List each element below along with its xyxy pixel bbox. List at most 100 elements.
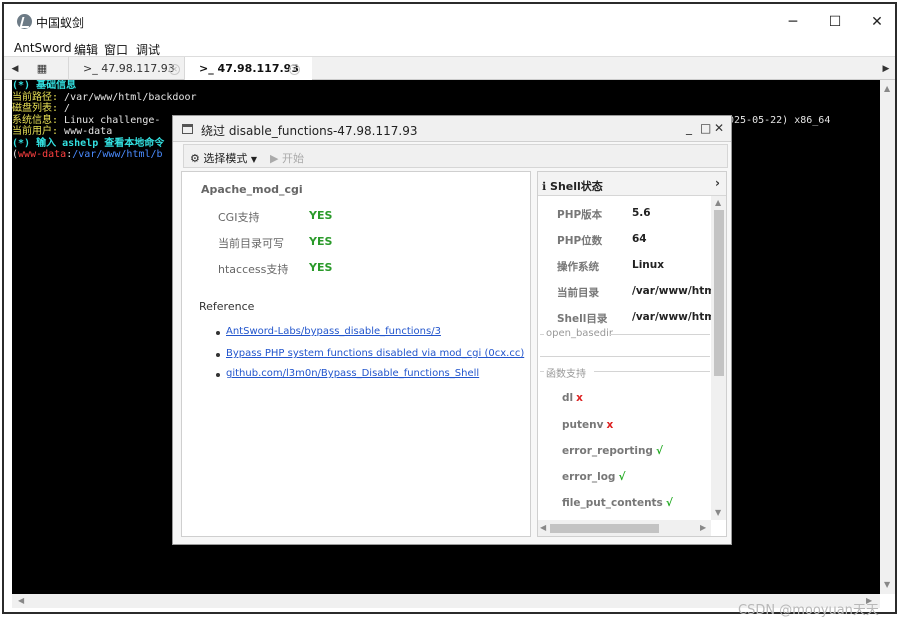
- antsword-logo-icon: [17, 14, 32, 29]
- term-sys-label: 系统信息:: [12, 114, 59, 126]
- scroll-up-icon[interactable]: ▲: [884, 84, 890, 93]
- divider: [540, 356, 710, 357]
- scroll-down-icon[interactable]: ▼: [715, 508, 721, 517]
- play-icon: ▶: [270, 152, 279, 165]
- shell-status-header[interactable]: ℹ Shell状态 ›: [538, 172, 726, 196]
- os-value: Linux: [632, 259, 665, 271]
- mode-select-button[interactable]: ⚙ 选择模式 ▼: [190, 150, 257, 166]
- divider: [540, 371, 544, 372]
- mode-info-panel: Apache_mod_cgi CGI支持 YES 当前目录可写 YES htac…: [181, 171, 531, 537]
- terminal-vertical-scrollbar[interactable]: ▲ ▼: [880, 80, 895, 594]
- php-bits-value: 64: [632, 233, 647, 245]
- cgi-support-value: YES: [309, 209, 333, 222]
- dir-writable-label: 当前目录可写: [218, 237, 284, 250]
- dialog-close-button[interactable]: ✕: [714, 121, 724, 135]
- window-title: 中国蚁剑: [36, 16, 85, 30]
- tab-close-icon[interactable]: ✕: [169, 64, 180, 75]
- tab-scroll-left-icon[interactable]: ◀: [8, 57, 22, 81]
- tab-label: >_ 47.98.117.93: [83, 62, 175, 75]
- current-dir-value: /var/www/html/backdoor: [632, 285, 712, 297]
- term-prompt-user: www-data: [18, 149, 67, 160]
- divider: [540, 334, 544, 335]
- term-path-label: 当前路径:: [12, 91, 59, 103]
- mode-heading: Apache_mod_cgi: [201, 183, 303, 196]
- scroll-thumb[interactable]: [714, 210, 724, 376]
- chevron-right-icon[interactable]: ›: [715, 176, 720, 190]
- supported-check-icon: √: [655, 445, 663, 457]
- title-bar: 中国蚁剑 ─ ☐ ✕: [4, 4, 895, 38]
- term-user-value: www-data: [58, 126, 113, 137]
- term-path-value: /var/www/html/backdoor: [58, 91, 197, 103]
- term-disk-value: /: [58, 103, 71, 114]
- term-user-label: 当前用户:: [12, 126, 59, 137]
- dialog-minimize-button[interactable]: _: [686, 121, 692, 135]
- php-version-label: PHP版本: [557, 209, 603, 221]
- reference-link-github[interactable]: github.com/l3m0n/Bypass_Disable_function…: [226, 368, 479, 379]
- scroll-down-icon[interactable]: ▼: [884, 580, 890, 589]
- function-name: error_log: [562, 471, 616, 483]
- start-label: 开始: [281, 152, 304, 165]
- term-basic-info: (*) 基础信息: [12, 80, 77, 91]
- supported-check-icon: √: [618, 471, 626, 483]
- bullet-icon: [216, 373, 220, 377]
- tab-scroll-right-icon[interactable]: ▶: [879, 57, 893, 81]
- shell-dir-label: Shell目录: [557, 313, 608, 325]
- shell-status-title: Shell状态: [550, 180, 603, 193]
- function-name: error_reporting: [562, 445, 653, 457]
- info-icon: ℹ: [542, 180, 551, 193]
- unsupported-icon: x: [576, 392, 583, 404]
- cgi-support-label: CGI支持: [218, 211, 260, 224]
- menu-antsword[interactable]: AntSword: [14, 41, 72, 55]
- scroll-up-icon[interactable]: ▲: [715, 198, 721, 207]
- scroll-left-icon[interactable]: ◀: [18, 596, 24, 605]
- dialog-toolbar: ⚙ 选择模式 ▼ ▶ 开始: [183, 144, 728, 168]
- shell-dir-value: /var/www/html/backdoor: [632, 311, 712, 323]
- tab-bar: ◀ ▦ >_ 47.98.117.93 ✕ >_ 47.98.117.93 ✕ …: [4, 56, 895, 81]
- reference-link-mod-cgi[interactable]: Bypass PHP system functions disabled via…: [226, 348, 524, 359]
- function-item: error_log √: [562, 471, 625, 483]
- watermark: CSDN @mooyuan天天: [738, 603, 879, 618]
- tab-terminal-1[interactable]: >_ 47.98.117.93 ✕: [68, 57, 184, 81]
- start-button[interactable]: ▶ 开始: [270, 150, 304, 166]
- chevron-down-icon: ▼: [250, 155, 258, 164]
- term-prompt-path: /var/www/html/b: [72, 149, 163, 160]
- close-button[interactable]: ✕: [866, 12, 888, 32]
- htaccess-support-value: YES: [309, 261, 333, 274]
- dialog-title-bar[interactable]: 绕过 disable_functions-47.98.117.93 _ □ ✕: [173, 116, 731, 142]
- scroll-right-icon[interactable]: ▶: [700, 523, 706, 532]
- supported-check-icon: √: [665, 497, 673, 509]
- dir-writable-value: YES: [309, 235, 333, 248]
- function-item: putenv x: [562, 419, 613, 431]
- function-name: file_put_contents: [562, 497, 663, 509]
- bullet-icon: [216, 331, 220, 335]
- function-item: error_reporting √: [562, 445, 663, 457]
- function-item: dl x: [562, 392, 583, 404]
- tab-close-icon[interactable]: ✕: [289, 64, 300, 75]
- tab-terminal-2[interactable]: >_ 47.98.117.93 ✕: [184, 57, 312, 81]
- reference-title: Reference: [199, 300, 255, 313]
- term-disk-label: 磁盘列表:: [12, 103, 59, 114]
- os-label: 操作系统: [557, 261, 599, 273]
- function-name: putenv: [562, 419, 604, 431]
- htaccess-support-label: htaccess支持: [218, 263, 289, 276]
- gear-icon: ⚙: [190, 152, 200, 165]
- grid-icon[interactable]: ▦: [30, 61, 54, 77]
- scroll-thumb[interactable]: [550, 524, 659, 533]
- function-support-label: 函数支持: [546, 369, 586, 380]
- function-name: dl: [562, 392, 574, 404]
- dialog-maximize-button[interactable]: □: [700, 121, 711, 135]
- mode-select-label: 选择模式: [203, 152, 248, 165]
- tab-label: >_ 47.98.117.93: [199, 62, 299, 75]
- bypass-dialog: 绕过 disable_functions-47.98.117.93 _ □ ✕ …: [172, 115, 732, 545]
- current-dir-label: 当前目录: [557, 287, 599, 299]
- unsupported-icon: x: [606, 419, 614, 431]
- scroll-left-icon[interactable]: ◀: [540, 523, 546, 532]
- maximize-button[interactable]: ☐: [824, 12, 846, 32]
- window-icon: [182, 124, 193, 134]
- open-basedir-label: open_basedir: [546, 328, 614, 339]
- reference-link-antsword-labs[interactable]: AntSword-Labs/bypass_disable_functions/3: [226, 326, 441, 337]
- divider: [610, 334, 710, 335]
- dialog-title: 绕过 disable_functions-47.98.117.93: [201, 124, 418, 138]
- minimize-button[interactable]: ─: [782, 12, 804, 32]
- term-sys-tail: 025-05-22) x86_64: [728, 114, 831, 126]
